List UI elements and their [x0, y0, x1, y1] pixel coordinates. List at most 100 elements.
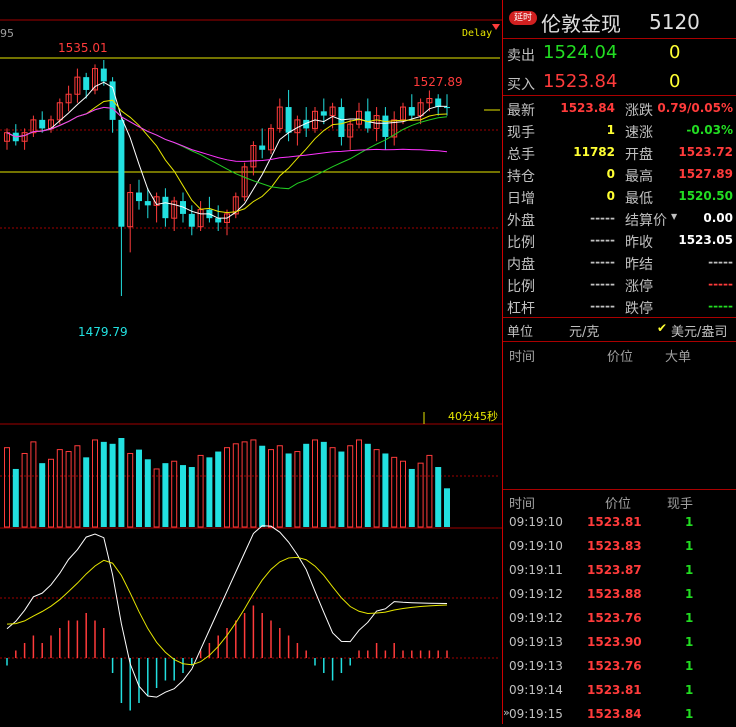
tick-price: 1523.84 — [587, 707, 642, 721]
volume-bar — [312, 439, 318, 528]
tick-row: 09:19:10 1523.83 1 — [503, 535, 736, 559]
candle-body-down — [136, 192, 142, 202]
volume-bar — [65, 451, 72, 528]
buy-price[interactable]: 1523.84 — [543, 71, 617, 92]
divider — [503, 341, 736, 342]
stat-left-row: 比例 ----- — [503, 229, 619, 251]
moving-average-lines — [6, 81, 448, 219]
stat-left-row: 日增 0 — [503, 185, 619, 207]
volume-bar — [171, 460, 178, 528]
volume-bar — [188, 467, 195, 527]
tick-price: 1523.87 — [587, 563, 642, 577]
buy-quantity: 0 — [669, 71, 681, 92]
stat-left-label: 持仓 — [507, 169, 535, 185]
current-tick-cursor-icon: » — [503, 706, 510, 719]
tick-qty: 1 — [685, 587, 694, 601]
candle-body-down — [338, 107, 345, 137]
volume-bar — [118, 438, 125, 527]
stat-left-label: 日增 — [507, 191, 535, 207]
candle-body-down — [444, 107, 450, 109]
stat-right-value: 1523.05 — [678, 233, 733, 247]
ma-line-20 — [6, 106, 448, 190]
stat-right-label: 最高 — [625, 169, 653, 185]
tick-list[interactable]: 09:19:10 1523.81 1 09:19:10 1523.83 1 09:19:11… — [503, 511, 736, 724]
stat-left-value: ----- — [590, 255, 615, 269]
stat-left-value: ----- — [590, 233, 615, 247]
tick-row: 09:19:15 1523.84 1 » — [503, 703, 736, 727]
chart-canvas[interactable] — [0, 0, 502, 724]
volume-bar — [338, 451, 345, 527]
alt-unit-option[interactable]: 美元/盎司 — [671, 321, 727, 340]
volume-bar — [250, 439, 257, 528]
volume-bar — [39, 463, 46, 527]
volume-bar — [92, 439, 98, 528]
candle-body-down — [259, 145, 266, 150]
volume-bar — [100, 441, 107, 527]
instrument-code: 5120 — [649, 10, 700, 34]
candle-body-down — [39, 119, 46, 129]
volume-bar — [426, 454, 433, 528]
tick-time: 09:19:14 — [509, 683, 563, 697]
stat-left-row: 外盘 ----- — [503, 207, 619, 229]
tick-time: 09:19:10 — [509, 539, 563, 553]
sell-label: 卖出 — [507, 48, 535, 64]
volume-bar — [276, 445, 283, 528]
tick-price: 1523.81 — [587, 515, 642, 529]
volume-bar — [83, 457, 90, 527]
stat-left-label: 现手 — [507, 125, 535, 141]
stat-right-value: ----- — [708, 299, 733, 313]
unit-label: 单位 — [507, 325, 534, 340]
stat-left-label: 杠杆 — [507, 301, 535, 317]
volume-bar — [206, 457, 213, 527]
stat-left-value: 1523.84 — [560, 101, 615, 115]
stat-right-row: 涨停 ----- — [621, 273, 736, 295]
unit-value[interactable]: 元/克 — [569, 321, 599, 340]
volume-bar — [21, 452, 28, 528]
settle-dropdown-icon[interactable]: ▼ — [671, 212, 677, 221]
ma-line-10 — [6, 99, 448, 214]
stat-right-row: 结算价 0.00 — [621, 207, 736, 229]
volume-bar — [162, 463, 169, 527]
stat-right-value: -0.03% — [686, 123, 733, 137]
stat-left-value: ----- — [590, 211, 615, 225]
stat-right-row: 涨跌 0.79/0.05% — [621, 97, 736, 119]
stat-right-label: 涨跌 — [625, 103, 653, 119]
high-price-label: 1535.01 — [58, 41, 108, 55]
volume-bar — [373, 449, 380, 528]
stat-right-value: 1527.89 — [678, 167, 733, 181]
stat-left-label: 比例 — [507, 235, 535, 251]
candle-body-down — [118, 119, 125, 227]
check-icon: ✔ — [657, 321, 668, 335]
volume-bar — [241, 441, 248, 528]
stat-right-label: 速涨 — [625, 125, 653, 141]
stat-right-row: 最低 1520.50 — [621, 185, 736, 207]
tick-row: 09:19:11 1523.87 1 — [503, 559, 736, 583]
volume-bar — [136, 449, 142, 527]
stat-left-value: 0 — [606, 189, 615, 203]
candle-body-down — [100, 68, 107, 82]
stat-left-label: 内盘 — [507, 257, 535, 273]
divider — [503, 38, 736, 39]
chart-area[interactable]: 95 Delay 1535.01 1527.89 1479.79 40分45秒 — [0, 0, 502, 724]
sell-quantity: 0 — [669, 42, 681, 63]
tick-row: 09:19:13 1523.76 1 — [503, 655, 736, 679]
tick-time: 09:19:13 — [509, 659, 563, 673]
delay-label: Delay — [462, 28, 493, 39]
sell-price[interactable]: 1524.04 — [543, 42, 617, 63]
volume-bar — [391, 456, 398, 528]
candle-body-down — [285, 107, 292, 133]
big-orders-list[interactable] — [503, 364, 736, 488]
stat-left-row: 内盘 ----- — [503, 251, 619, 273]
stat-left-value: 11782 — [573, 145, 615, 159]
tick-qty: 1 — [685, 659, 694, 673]
stat-right-value: 0.79/0.05% — [657, 101, 733, 115]
tick-time: 09:19:12 — [509, 611, 563, 625]
volume-bar — [153, 468, 160, 528]
delay-badge: 延时 — [509, 11, 537, 25]
tick-row: 09:19:12 1523.88 1 — [503, 583, 736, 607]
tick-row: 09:19:12 1523.76 1 — [503, 607, 736, 631]
stat-left-row: 比例 ----- — [503, 273, 619, 295]
ma-line-5 — [6, 81, 448, 219]
tick-price: 1523.76 — [587, 611, 642, 625]
stat-left-row: 总手 11782 — [503, 141, 619, 163]
